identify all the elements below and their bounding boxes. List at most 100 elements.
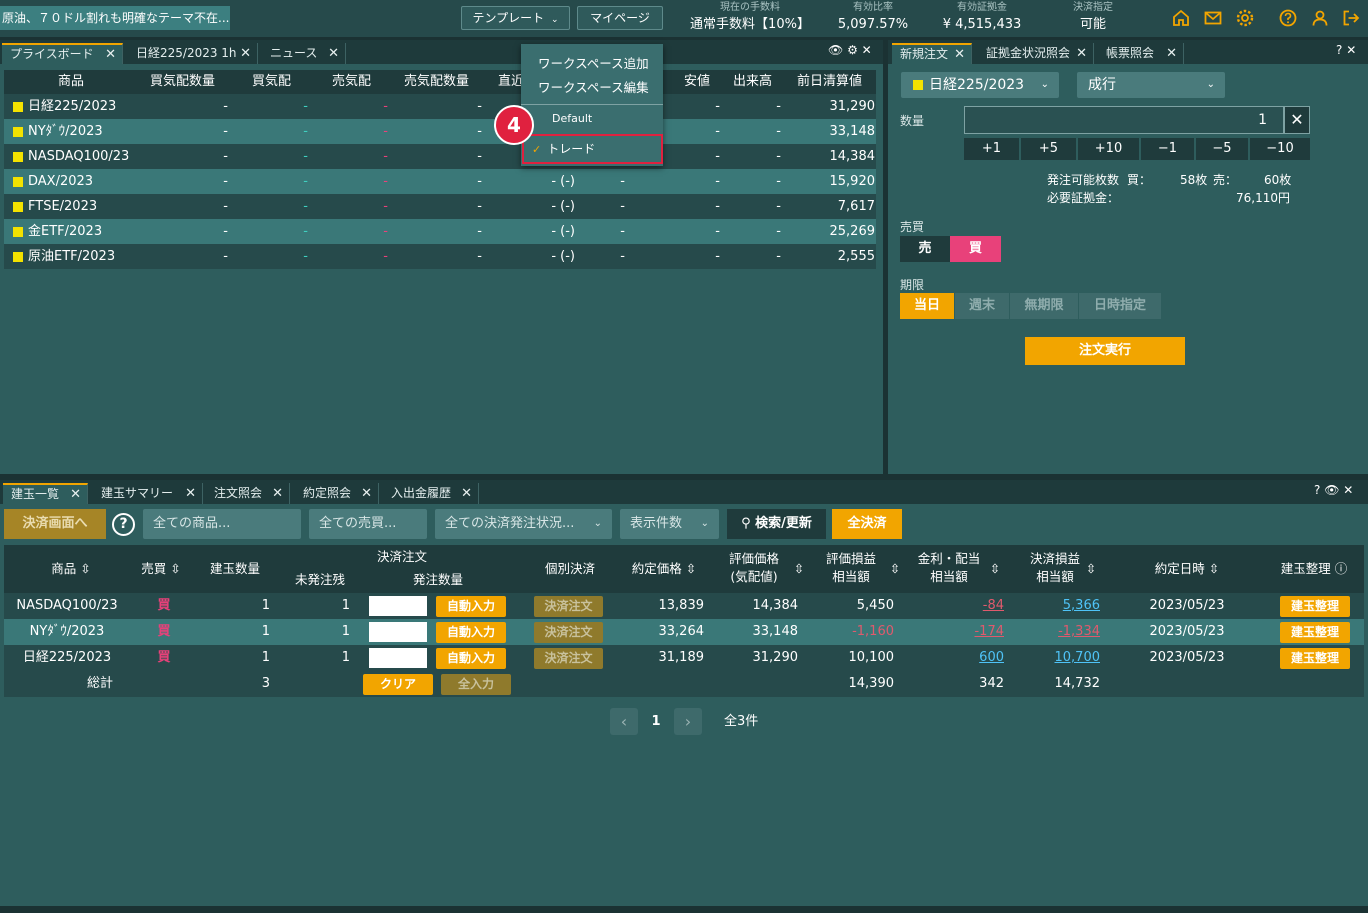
close-icon[interactable]: ✕ [1346,43,1356,57]
logout-icon[interactable] [1341,8,1361,28]
sort-icon[interactable]: ⇳ [1084,560,1098,578]
auto-input-button[interactable]: 自動入力 [436,596,506,617]
col-interest[interactable]: 金利・配当 相当額 [908,550,990,586]
organize-button[interactable]: 建玉整理 [1280,596,1350,617]
priceboard-row[interactable]: 日経225/2023 - - - - - - 31,290 [4,94,876,119]
settle-order-button[interactable]: 決済注文 [534,648,603,669]
qty-plus5-button[interactable]: +5 [1021,138,1076,160]
menu-item-edit-workspace[interactable]: ワークスペース編集 [521,76,663,100]
col-eval-pl[interactable]: 評価損益 相当額 [812,550,890,586]
qty-input[interactable]: 1 [964,106,1284,134]
col-side[interactable]: 売買 ⇳ [134,560,188,578]
priceboard-row[interactable]: NASDAQ100/23 - - - - - - 14,384 [4,144,876,169]
col-product[interactable]: 商品 ⇳ [34,560,108,578]
close-icon[interactable]: ✕ [1343,483,1353,497]
priceboard-row[interactable]: 原油ETF/2023 - - - - - (-) - - - 2,555 [4,244,876,269]
qty-plus1-button[interactable]: +1 [964,138,1019,160]
sort-icon[interactable]: ⇳ [792,560,806,578]
tab-news[interactable]: ニュース ✕ [262,43,346,64]
gear-icon[interactable]: ⚙ [847,43,858,57]
close-icon[interactable]: ✕ [70,485,81,504]
tab-executions[interactable]: 約定照会 ✕ [295,483,379,504]
search-refresh-button[interactable]: ⚲ 検索/更新 [727,509,826,539]
tab-new-order[interactable]: 新規注文 ✕ [892,43,972,64]
mypage-button[interactable]: マイページ [577,6,663,30]
qty-minus10-button[interactable]: −10 [1250,138,1310,160]
col-date[interactable]: 約定日時 ⇳ [1142,560,1232,578]
tab-report[interactable]: 帳票照会 ✕ [1098,43,1184,64]
close-icon[interactable]: ✕ [185,483,196,504]
submit-order-button[interactable]: 注文実行 [1025,337,1185,365]
close-icon[interactable]: ✕ [461,483,472,504]
settle-pl-link[interactable]: 10,700 [1042,645,1101,671]
product-filter-input[interactable]: 全ての商品... [143,509,301,539]
priceboard-row[interactable]: FTSE/2023 - - - - - (-) - - - 7,617 [4,194,876,219]
sort-icon[interactable]: ⇳ [988,560,1002,578]
priceboard-row[interactable]: NYﾀﾞｳ/2023 - - - - - - 33,148 [4,119,876,144]
priceboard-row[interactable]: 金ETF/2023 - - - - - (-) - - - 25,269 [4,219,876,244]
qty-minus5-button[interactable]: −5 [1196,138,1248,160]
side-filter-input[interactable]: 全ての売買... [309,509,427,539]
next-page-button[interactable]: › [674,708,702,735]
order-type-select[interactable]: 成行 ⌄ [1077,72,1225,98]
product-select[interactable]: 日経225/2023 ⌄ [901,72,1059,98]
status-filter-select[interactable]: 全ての決済発注状況... ⌄ [435,509,612,539]
organize-button[interactable]: 建玉整理 [1280,648,1350,669]
settle-pl-link[interactable]: -1,334 [1042,619,1100,645]
settle-order-button[interactable]: 決済注文 [534,622,603,643]
close-icon[interactable]: ✕ [361,483,372,504]
order-qty-input[interactable] [369,648,427,668]
close-icon[interactable]: ✕ [862,43,872,57]
mail-icon[interactable] [1203,8,1223,28]
help-icon[interactable] [1278,8,1298,28]
home-icon[interactable] [1171,8,1191,28]
qty-minus1-button[interactable]: −1 [1141,138,1194,160]
current-page[interactable]: 1 [648,708,664,735]
order-qty-input[interactable] [369,622,427,642]
prev-page-button[interactable]: ‹ [610,708,638,735]
auto-input-button[interactable]: 自動入力 [436,622,506,643]
close-icon[interactable]: ✕ [105,45,116,64]
tab-positions[interactable]: 建玉一覧 ✕ [3,483,88,504]
settle-screen-button[interactable]: 決済画面へ [4,509,106,539]
interest-link[interactable]: -174 [952,619,1004,645]
qty-clear-icon[interactable]: ✕ [1284,106,1310,134]
menu-item-default[interactable]: Default [521,108,663,130]
clear-button[interactable]: クリア [363,674,433,695]
menu-item-add-workspace[interactable]: ワークスペース追加 [521,52,663,76]
close-icon[interactable]: ✕ [1076,43,1087,64]
settle-pl-link[interactable]: 5,366 [1042,593,1100,619]
user-icon[interactable] [1310,8,1330,28]
period-datetime[interactable]: 日時指定 [1079,293,1161,319]
interest-link[interactable]: -84 [952,593,1004,619]
col-settle-pl[interactable]: 決済損益 相当額 [1016,550,1094,586]
news-ticker[interactable]: 原油、７０ドル割れも明確なテーマ不在... [0,6,230,30]
tab-position-summary[interactable]: 建玉サマリー ✕ [93,483,203,504]
period-today[interactable]: 当日 [900,293,954,319]
gear-icon[interactable] [1235,8,1255,28]
template-button[interactable]: テンプレート ⌄ [461,6,570,30]
col-eval-price[interactable]: 評価価格 (気配値) [716,550,792,586]
all-input-button[interactable]: 全入力 [441,674,511,695]
help-icon[interactable]: ? [1336,43,1342,57]
sort-icon[interactable]: ⇳ [888,560,902,578]
interest-link[interactable]: 600 [952,645,1004,671]
period-indefinite[interactable]: 無期限 [1010,293,1078,319]
sell-toggle[interactable]: 売 [900,236,950,262]
help-icon[interactable]: ⓘ [1335,561,1348,576]
eye-icon[interactable]: 👁 [828,43,843,57]
close-icon[interactable]: ✕ [954,45,965,64]
order-qty-input[interactable] [369,596,427,616]
close-icon[interactable]: ✕ [1166,43,1177,64]
eye-icon[interactable]: 👁 [1324,483,1339,497]
tab-priceboard[interactable]: プライスボード ✕ [2,43,123,64]
close-icon[interactable]: ✕ [240,43,251,64]
period-weekend[interactable]: 週末 [955,293,1009,319]
close-icon[interactable]: ✕ [272,483,283,504]
tab-orders[interactable]: 注文照会 ✕ [206,483,290,504]
settle-all-button[interactable]: 全決済 [832,509,902,539]
help-icon[interactable]: ? [112,513,135,536]
organize-button[interactable]: 建玉整理 [1280,622,1350,643]
priceboard-row[interactable]: DAX/2023 - - - - - (-) - - - 15,920 [4,169,876,194]
settle-order-button[interactable]: 決済注文 [534,596,603,617]
